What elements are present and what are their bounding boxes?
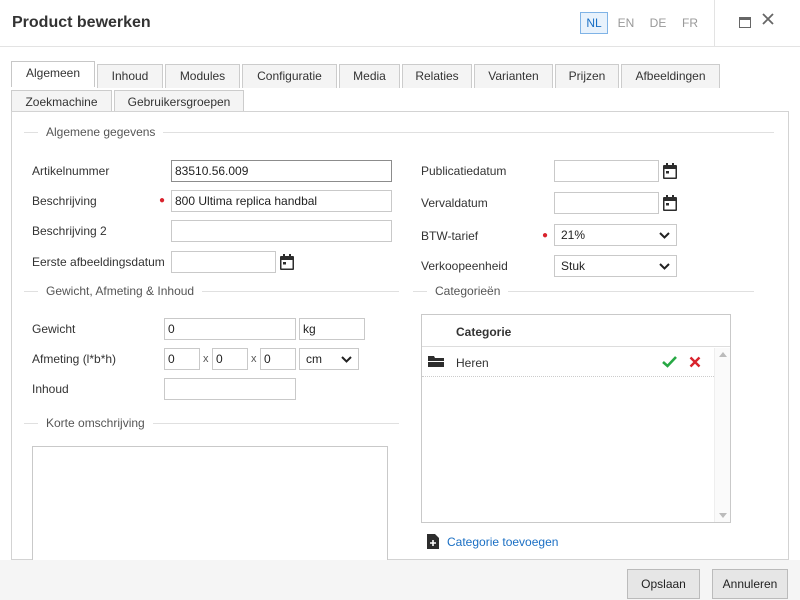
category-name: Heren <box>456 356 489 370</box>
weight-legend: Gewicht, Afmeting & Inhoud <box>38 284 203 298</box>
short-description-editor[interactable] <box>32 446 388 560</box>
description2-label: Beschrijving 2 <box>32 224 107 238</box>
tab-varianten[interactable]: Varianten <box>474 64 553 88</box>
cancel-button[interactable]: Annuleren <box>712 569 788 599</box>
delete-icon[interactable] <box>689 356 701 368</box>
dimension-unit-select[interactable]: cm <box>299 348 359 370</box>
lang-en-button[interactable]: EN <box>613 12 639 34</box>
categories-scrollbar[interactable] <box>714 348 730 522</box>
article-number-input[interactable]: 83510.56.009 <box>171 160 392 182</box>
tab-modules[interactable]: Modules <box>165 64 240 88</box>
publication-date-input[interactable] <box>554 160 659 182</box>
chevron-down-icon <box>659 263 670 270</box>
title-bar: Product bewerken NL EN DE FR <box>0 0 800 47</box>
content-label: Inhoud <box>32 382 69 396</box>
close-icon[interactable] <box>762 12 774 28</box>
sales-unit-value: Stuk <box>561 259 586 273</box>
vat-select[interactable]: 21% <box>554 224 677 246</box>
category-column-header: Categorie <box>456 325 512 339</box>
required-marker: ● <box>159 195 166 206</box>
dimensions-label: Afmeting (l*b*h) <box>32 352 117 366</box>
title-separator <box>714 0 715 47</box>
tab-inhoud[interactable]: Inhoud <box>97 64 163 88</box>
table-row[interactable]: Heren <box>422 348 714 377</box>
first-image-date-input[interactable] <box>171 251 276 273</box>
lang-nl-button[interactable]: NL <box>580 12 608 34</box>
weight-label: Gewicht <box>32 322 76 336</box>
add-document-icon[interactable] <box>427 534 439 549</box>
window-title: Product bewerken <box>12 14 151 31</box>
general-legend: Algemene gegevens <box>38 125 164 139</box>
calendar-icon[interactable] <box>663 163 677 179</box>
calendar-icon[interactable] <box>280 254 294 270</box>
width-input[interactable]: 0 <box>212 348 248 370</box>
tab-media[interactable]: Media <box>339 64 400 88</box>
chevron-down-icon <box>659 232 670 239</box>
scroll-down-icon[interactable] <box>719 513 727 518</box>
product-edit-window: Product bewerken NL EN DE FR Algemeen In… <box>0 0 800 600</box>
content-input[interactable] <box>164 378 296 400</box>
check-icon[interactable] <box>662 355 677 368</box>
save-button[interactable]: Opslaan <box>627 569 700 599</box>
dimension-separator: x <box>251 353 257 365</box>
vat-label: BTW-tarief <box>421 229 479 243</box>
height-input[interactable]: 0 <box>260 348 296 370</box>
vat-value: 21% <box>561 228 586 242</box>
maximize-icon[interactable] <box>739 17 751 28</box>
dialog-footer: Opslaan Annuleren <box>0 560 800 600</box>
tab-gebruikersgroepen[interactable]: Gebruikersgroepen <box>114 90 244 112</box>
length-input[interactable]: 0 <box>164 348 200 370</box>
calendar-icon[interactable] <box>663 195 677 211</box>
tab-configuratie[interactable]: Configuratie <box>242 64 337 88</box>
tab-algemeen[interactable]: Algemeen <box>11 61 95 87</box>
tab-afbeeldingen[interactable]: Afbeeldingen <box>621 64 720 88</box>
folder-tree-icon <box>428 356 444 367</box>
tab-zoekmachine[interactable]: Zoekmachine <box>11 90 112 112</box>
article-number-label: Artikelnummer <box>32 164 110 178</box>
short-description-legend: Korte omschrijving <box>38 416 153 430</box>
categories-grid: Categorie Heren <box>421 314 731 523</box>
description2-input[interactable] <box>171 220 392 242</box>
categories-grid-header: Categorie <box>422 315 730 347</box>
first-image-date-label: Eerste afbeeldingsdatum <box>32 255 165 269</box>
publication-date-label: Publicatiedatum <box>421 164 507 178</box>
weight-unit-input[interactable]: kg <box>299 318 365 340</box>
scroll-up-icon[interactable] <box>719 352 727 357</box>
dimension-separator: x <box>203 353 209 365</box>
expiry-date-input[interactable] <box>554 192 659 214</box>
chevron-down-icon <box>341 356 352 363</box>
lang-de-button[interactable]: DE <box>645 12 671 34</box>
tab-relaties[interactable]: Relaties <box>402 64 472 88</box>
sales-unit-select[interactable]: Stuk <box>554 255 677 277</box>
description-input[interactable]: 800 Ultima replica handbal <box>171 190 392 212</box>
tab-prijzen[interactable]: Prijzen <box>555 64 619 88</box>
sales-unit-label: Verkoopeenheid <box>421 259 508 273</box>
weight-input[interactable]: 0 <box>164 318 296 340</box>
expiry-date-label: Vervaldatum <box>421 196 488 210</box>
description-label: Beschrijving <box>32 194 97 208</box>
add-category-link[interactable]: Categorie toevoegen <box>447 535 558 549</box>
dimension-unit-value: cm <box>306 352 322 366</box>
categories-legend: Categorieën <box>427 284 509 298</box>
required-marker: ● <box>542 230 549 241</box>
lang-fr-button[interactable]: FR <box>677 12 703 34</box>
